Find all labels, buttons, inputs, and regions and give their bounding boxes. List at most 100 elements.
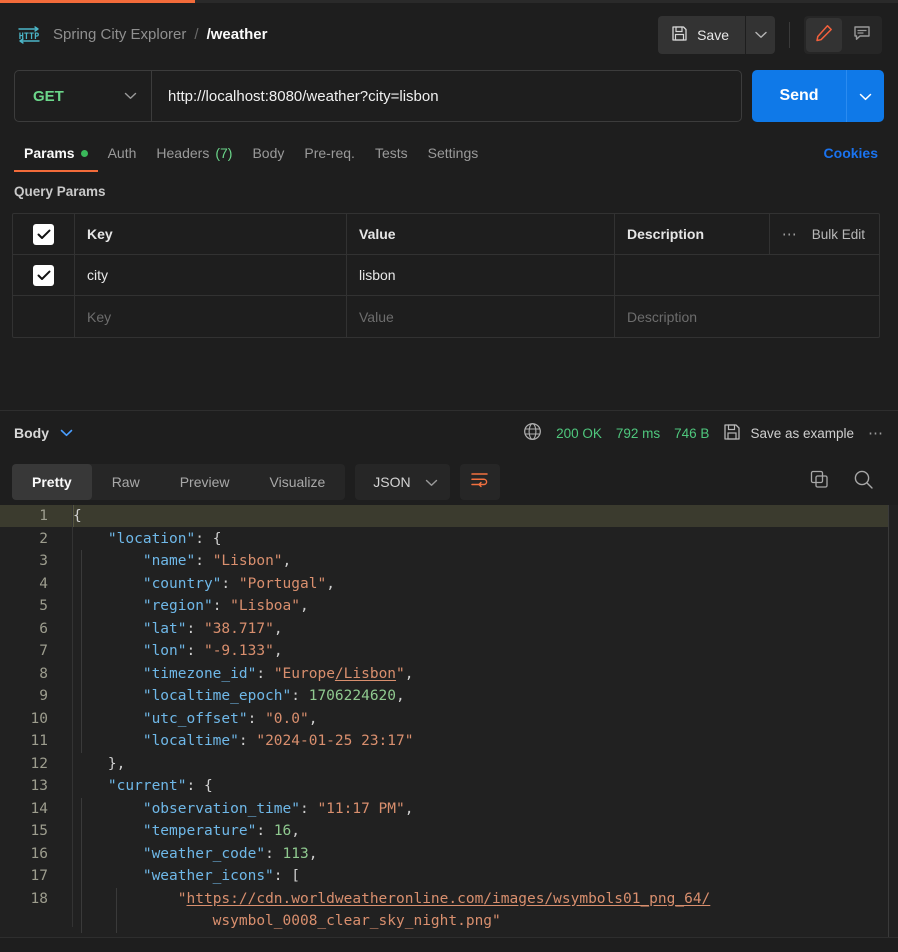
code-line-text: "localtime_epoch": 1706224620, [60,685,405,708]
http-method-selector[interactable]: GET [15,71,152,121]
http-icon: HTTP [16,24,42,46]
code-token: "lon" [142,643,187,659]
send-button[interactable]: Send [752,70,846,122]
search-button[interactable] [848,467,878,497]
breadcrumb-separator: / [194,26,199,43]
code-line-text: "localtime": "2024-01-25 23:17" [60,730,413,753]
tab-headers[interactable]: Headers (7) [146,136,242,170]
tab-body[interactable]: Body [242,136,294,170]
code-token: "observation_time" [142,800,300,817]
row-checkbox[interactable] [33,264,54,286]
tab-tests-label: Tests [374,145,408,161]
column-header-key-label: Key [87,226,113,242]
code-token: wsymbol_0008_clear_sky_night.png [212,913,493,929]
code-line-text: "weather_icons": [ [60,865,300,888]
code-token: : [299,800,318,817]
empty-row-description-cell[interactable]: Description [615,296,879,337]
url-input[interactable] [152,71,741,121]
method-url-field: GET [14,70,742,122]
row-key-cell[interactable]: city [75,255,347,295]
response-format-selector[interactable]: JSON [355,464,450,500]
bottom-strip [0,938,898,952]
response-more-icon[interactable]: ⋯ [868,424,884,442]
chevron-down-icon [754,27,767,42]
line-number: 14 [30,800,48,817]
floppy-disk-icon [671,25,688,45]
row-value-cell[interactable]: lisbon [347,255,615,295]
code-token: "temperature" [142,823,257,839]
code-token: "current" [107,778,187,794]
select-all-checkbox[interactable] [33,223,54,245]
code-token: : [221,575,239,592]
tab-raw[interactable]: Raw [92,464,160,500]
code-line-text: "country": "Portugal", [60,572,335,596]
cookies-link[interactable]: Cookies [824,145,884,161]
tab-tests[interactable]: Tests [365,136,418,170]
indent-guide [81,662,82,686]
tab-settings[interactable]: Settings [418,136,489,170]
code-token: , [273,620,283,637]
save-dropdown-button[interactable] [745,15,775,54]
ellipsis-icon[interactable]: ⋯ [782,225,798,243]
send-dropdown-button[interactable] [846,70,884,122]
code-token: : { [195,530,222,547]
code-token: "Lisbon" [212,553,283,569]
bulk-edit-button[interactable]: Bulk Edit [812,227,865,242]
code-line: 18 "https://cdn.worldweatheronline.com/i… [0,887,898,933]
save-as-example-button[interactable]: Save as example [723,423,854,444]
copy-button[interactable] [804,467,834,497]
line-number: 17 [30,868,48,884]
tab-params[interactable]: Params [14,136,98,172]
line-number: 13 [30,778,48,794]
tab-visualize[interactable]: Visualize [250,464,346,500]
code-token: , [308,845,318,862]
tab-pre-request[interactable]: Pre-req. [294,136,365,170]
tab-auth[interactable]: Auth [98,136,147,170]
indent-guide [81,685,82,708]
tab-pretty[interactable]: Pretty [12,464,92,500]
code-token: : [195,553,213,569]
line-number: 4 [39,575,48,592]
table-empty-row: Key Value Description [13,296,879,337]
save-button[interactable]: Save [658,15,745,54]
code-token: "country" [142,575,222,592]
code-token[interactable]: /Lisbon [335,666,396,682]
params-modified-dot [80,149,88,157]
breadcrumb-request-name[interactable]: /weather [207,26,268,43]
breadcrumb-collection[interactable]: Spring City Explorer [53,26,186,43]
code-token: "lat" [142,620,187,637]
code-line-text: "lat": "38.717", [60,617,283,641]
response-time: 792 ms [615,425,661,441]
code-token: : [291,688,309,704]
comment-button[interactable] [844,18,880,52]
code-token: 1706224620 [308,688,397,704]
empty-row-select-cell [13,296,75,337]
tab-preview[interactable]: Preview [160,464,250,500]
query-params-table: Key Value Description ⋯ Bulk Edit city l… [12,213,880,338]
empty-row-key-cell[interactable]: Key [75,296,347,337]
code-line: 15 "temperature": 16, [0,820,898,843]
code-line-text: "weather_code": 113, [60,842,318,866]
code-line: 4 "country": "Portugal", [0,572,898,596]
empty-row-value-cell[interactable]: Value [347,296,615,337]
code-token: : [238,733,257,749]
code-token[interactable]: https://cdn.worldweatheronline.com/image… [187,891,711,907]
line-number: 16 [30,845,48,862]
row-description-cell[interactable] [615,255,879,295]
edit-button[interactable] [806,17,842,52]
globe-icon[interactable] [523,422,542,444]
word-wrap-button[interactable] [459,464,500,500]
code-line: 1{ [0,505,898,528]
response-body-selector[interactable]: Body [14,424,73,442]
response-body-viewer[interactable]: 1{2 "location": {3 "name": "Lisbon", 4 "c… [0,505,898,937]
indent-guide [81,550,82,573]
code-line: 7 "lon": "-9.133", [0,640,898,663]
code-token: : [256,823,274,839]
code-token: , [273,643,283,659]
